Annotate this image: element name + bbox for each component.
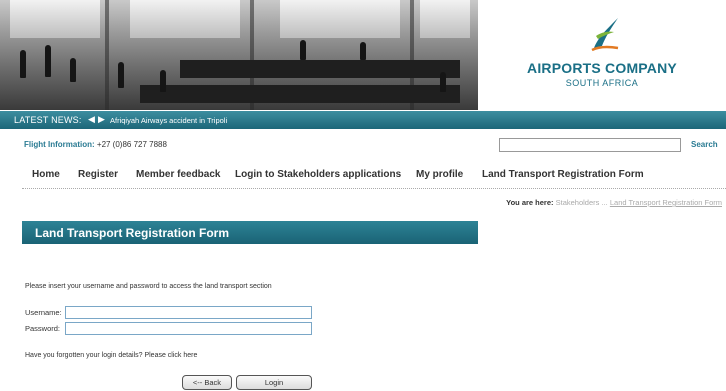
news-headline[interactable]: Afriqiyah Airways accident in Tripoli xyxy=(110,116,227,125)
username-input[interactable] xyxy=(65,306,312,319)
intro-text: Please insert your username and password… xyxy=(25,283,272,290)
company-logo[interactable]: AIRPORTS COMPANY SOUTH AFRICA xyxy=(478,0,726,110)
search-input[interactable] xyxy=(499,138,681,152)
chevron-right-icon[interactable]: ▶ xyxy=(98,114,105,125)
breadcrumb-separator: ... xyxy=(601,198,608,207)
bird-logo-icon xyxy=(591,18,619,52)
menu-item-home[interactable]: Home xyxy=(32,169,60,180)
flight-phone: +27 (0)86 727 7888 xyxy=(96,140,167,149)
breadcrumb-prefix: You are here: xyxy=(506,198,554,207)
menu-item-register[interactable]: Register xyxy=(78,169,118,180)
breadcrumb-stakeholders[interactable]: Stakeholders xyxy=(556,198,600,207)
menu-item-land-transport[interactable]: Land Transport Registration Form xyxy=(482,169,644,180)
logo-line2: SOUTH AFRICA xyxy=(565,78,639,88)
back-button[interactable]: <-- Back xyxy=(182,375,232,390)
menu-divider xyxy=(22,188,726,189)
logo-line1: AIRPORTS COMPANY xyxy=(527,60,677,76)
password-label: Password: xyxy=(25,324,61,333)
page-title: Land Transport Registration Form xyxy=(35,226,230,240)
forgot-login-link[interactable]: Have you forgotten your login details? P… xyxy=(25,352,197,359)
login-button[interactable]: Login xyxy=(236,375,312,390)
chevron-left-icon[interactable]: ◀ xyxy=(88,114,95,125)
flight-information: Flight Information: +27 (0)86 727 7888 xyxy=(24,140,167,149)
breadcrumb: You are here: Stakeholders ... Land Tran… xyxy=(506,198,722,207)
menu-item-stakeholders-login[interactable]: Login to Stakeholders applications xyxy=(235,169,401,180)
search-button[interactable]: Search xyxy=(691,140,718,149)
header-photo xyxy=(0,0,478,110)
news-bar: LATEST NEWS: ◀ ▶ Afriqiyah Airways accid… xyxy=(0,111,726,129)
username-label: Username: xyxy=(25,308,62,317)
page-title-bar: Land Transport Registration Form xyxy=(22,221,478,244)
breadcrumb-current[interactable]: Land Transport Registration Form xyxy=(610,198,722,207)
news-label: LATEST NEWS: xyxy=(14,115,82,125)
menu-item-member-feedback[interactable]: Member feedback xyxy=(136,169,220,180)
menu-item-my-profile[interactable]: My profile xyxy=(416,169,463,180)
password-input[interactable] xyxy=(65,322,312,335)
flight-label: Flight Information: xyxy=(24,140,95,149)
